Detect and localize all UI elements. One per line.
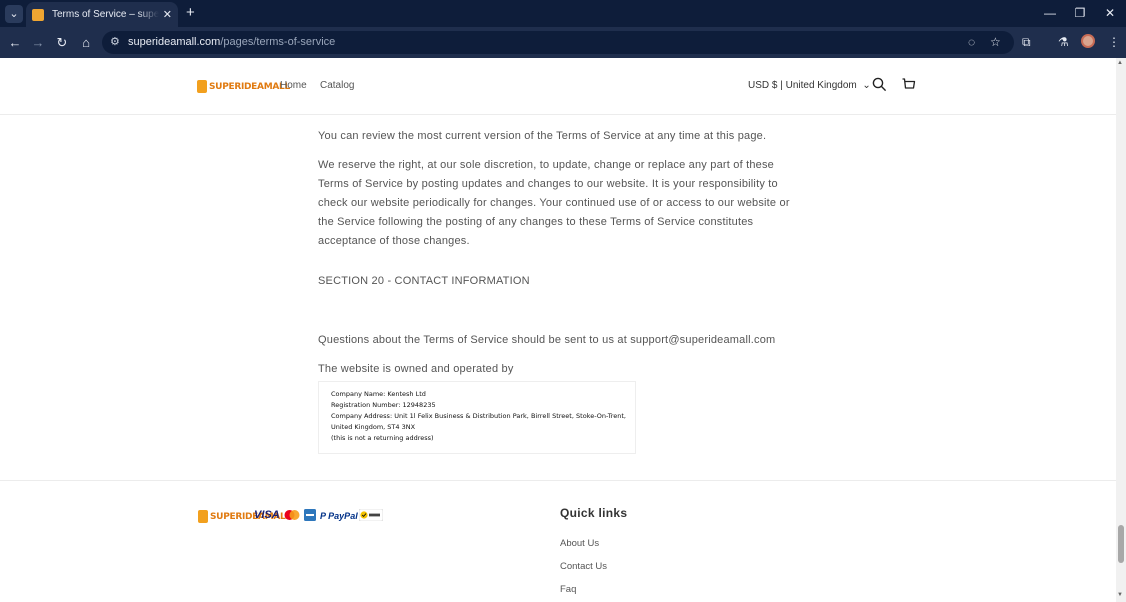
browser-toolbar: ← → ↻ ⌂ ⚙ superideamall.com/pages/terms-… xyxy=(0,27,1126,58)
url-text: superideamall.com/pages/terms-of-service xyxy=(128,36,336,48)
paragraph-contact: Questions about the Terms of Service sho… xyxy=(318,334,776,346)
nav-catalog[interactable]: Catalog xyxy=(320,80,354,91)
favicon-icon xyxy=(32,8,44,21)
browser-tab-active[interactable]: Terms of Service – superideamall ✕ xyxy=(26,2,178,27)
menu-kebab-icon[interactable]: ⋮ xyxy=(1108,34,1120,50)
company-name: Company Name: Kentesh Ltd xyxy=(331,390,426,398)
labs-flask-icon[interactable]: ⚗ xyxy=(1058,34,1069,50)
company-registration: Registration Number: 12948235 xyxy=(331,401,436,409)
nav-home[interactable]: Home xyxy=(280,80,307,91)
footer-logo-bag-icon xyxy=(198,510,208,523)
visa-logo: VISA xyxy=(254,509,280,521)
company-info-image: Company Name: Kentesh Ltd Registration N… xyxy=(318,381,636,454)
currency-selector[interactable]: USD $ | United Kingdom ⌄ xyxy=(748,80,871,91)
bookmark-star-icon[interactable]: ☆ xyxy=(990,35,1001,49)
store-logo[interactable]: SUPERIDEAMALL xyxy=(197,80,290,93)
amex-icon xyxy=(304,509,316,524)
footer-link-faq[interactable]: Faq xyxy=(560,584,576,595)
new-tab-plus-icon[interactable]: + xyxy=(186,4,195,22)
scroll-down-arrow-icon[interactable]: ▼ xyxy=(1117,592,1123,598)
scrollbar-thumb[interactable] xyxy=(1118,525,1124,563)
forward-arrow-icon[interactable]: → xyxy=(28,33,48,53)
section-20-title: SECTION 20 - CONTACT INFORMATION xyxy=(318,275,530,287)
company-address-note: (this is not a returning address) xyxy=(331,434,434,442)
tab-search-chevron-icon[interactable]: ⌄ xyxy=(5,5,23,23)
cart-icon[interactable] xyxy=(901,77,916,95)
company-address-line-2: United Kingdom, ST4 3NX xyxy=(331,423,416,431)
page-scrollbar[interactable]: ▲ ▼ xyxy=(1116,58,1126,602)
paragraph-changes: We reserve the right, at our sole discre… xyxy=(318,159,790,247)
browser-tab-bar: ⌄ Terms of Service – superideamall ✕ + —… xyxy=(0,0,1126,27)
reload-icon[interactable]: ↻ xyxy=(52,33,72,53)
window-close-icon[interactable]: ✕ xyxy=(1100,5,1120,21)
site-header: SUPERIDEAMALL Home Catalog USD $ | Unite… xyxy=(0,58,1116,115)
footer-link-about[interactable]: About Us xyxy=(560,538,599,549)
quick-links-title: Quick links xyxy=(560,506,628,520)
extensions-icon[interactable]: ⧉ xyxy=(1022,34,1031,50)
back-arrow-icon[interactable]: ← xyxy=(5,33,25,53)
search-icon[interactable] xyxy=(872,77,887,95)
home-icon[interactable]: ⌂ xyxy=(76,33,96,53)
footer-link-contact[interactable]: Contact Us xyxy=(560,561,607,572)
paragraph-current-version: You can review the most current version … xyxy=(318,130,767,142)
scroll-up-arrow-icon[interactable]: ▲ xyxy=(1117,60,1123,66)
tab-title: Terms of Service – superideamall xyxy=(52,9,159,20)
profile-avatar[interactable] xyxy=(1081,34,1095,48)
paypal-logo: P PayPal xyxy=(320,511,358,521)
restore-icon[interactable]: ❐ xyxy=(1070,5,1090,21)
paragraph-owner: The website is owned and operated by xyxy=(318,363,514,375)
company-address-line-1: Company Address: Unit 1l Felix Business … xyxy=(331,412,626,420)
logo-text: SUPERIDEAMALL xyxy=(209,81,290,92)
site-info-icon[interactable]: ⚙ xyxy=(110,35,120,48)
address-bar[interactable]: ⚙ superideamall.com/pages/terms-of-servi… xyxy=(102,31,1014,54)
norton-secured-icon xyxy=(358,508,384,524)
minimize-icon[interactable]: — xyxy=(1040,5,1060,21)
eye-off-icon[interactable]: ◌ xyxy=(968,35,975,49)
logo-bag-icon xyxy=(197,80,207,93)
mastercard-icon xyxy=(284,509,300,524)
site-footer: SUPERIDEAMALL VISA P PayPal Quick links … xyxy=(0,480,1116,602)
tab-close-icon[interactable]: ✕ xyxy=(163,8,172,21)
